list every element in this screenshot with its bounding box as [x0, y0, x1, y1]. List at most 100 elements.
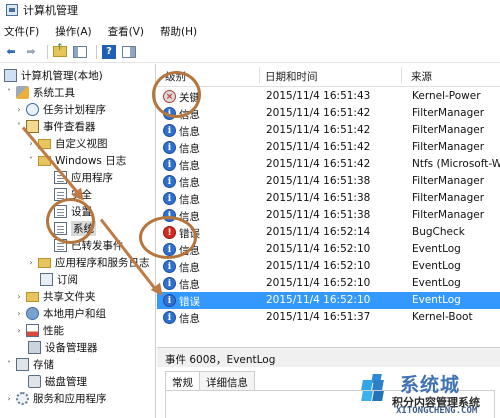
event-row[interactable]: i 信息 2015/11/4 16:51:42 Ntfs (Microsoft-W: [157, 156, 500, 173]
collapse-chevron-icon[interactable]: ˅: [14, 122, 24, 131]
event-row[interactable]: i 信息 2015/11/4 16:51:38 FilterManager: [157, 207, 500, 224]
event-row[interactable]: i 错误 2015/11/4 16:52:10 EventLog: [157, 292, 500, 309]
event-level: 错误: [179, 296, 200, 308]
info-icon: i: [163, 141, 176, 154]
event-source: EventLog: [412, 294, 461, 306]
show-action-pane-button[interactable]: [121, 44, 137, 60]
tree-item-device-manager[interactable]: 设备管理器: [26, 339, 98, 356]
tree-item-storage[interactable]: ˅ 存储: [4, 356, 54, 373]
event-datetime: 2015/11/4 16:52:10: [266, 260, 371, 272]
navigation-tree: 计算机管理(本地) ˅ 系统工具 › 任务计划程序 ˅ 事件查看器 › 自定义视…: [0, 64, 156, 418]
performance-icon: [26, 324, 39, 337]
event-row[interactable]: i 信息 2015/11/4 16:52:10 EventLog: [157, 241, 500, 258]
tree-item-custom-views[interactable]: › 自定义视图: [26, 135, 107, 152]
expand-chevron-icon[interactable]: ›: [14, 105, 24, 114]
menu-bar: 文件(F) 操作(A) 查看(V) 帮助(H): [0, 22, 500, 40]
tree-item-task-scheduler[interactable]: › 任务计划程序: [14, 101, 106, 118]
event-datetime: 2015/11/4 16:51:38: [266, 209, 371, 221]
event-datetime: 2015/11/4 16:51:43: [266, 90, 371, 102]
device-manager-icon: [28, 341, 41, 354]
tree-item-root[interactable]: 计算机管理(本地): [2, 67, 103, 84]
event-level: 信息: [179, 177, 200, 189]
event-row[interactable]: i 信息 2015/11/4 16:51:38 FilterManager: [157, 173, 500, 190]
event-datetime: 2015/11/4 16:51:38: [266, 192, 371, 204]
tree-item-disk-management[interactable]: 磁盘管理: [26, 373, 87, 390]
column-header-source[interactable]: 来源: [411, 69, 432, 84]
expand-chevron-icon[interactable]: ›: [14, 309, 24, 318]
tree-item-event-viewer[interactable]: ˅ 事件查看器: [14, 118, 96, 135]
collapse-chevron-icon[interactable]: ˅: [4, 360, 14, 369]
clock-icon: [26, 103, 39, 116]
event-row[interactable]: ! 错误 2015/11/4 16:52:14 BugCheck: [157, 224, 500, 241]
tree-item-forwarded-events[interactable]: 已转发事件: [52, 237, 124, 254]
tree-item-setup-log[interactable]: 设置: [52, 203, 92, 220]
console-tree-icon: [73, 45, 87, 58]
expand-chevron-icon[interactable]: ›: [4, 394, 14, 403]
detail-tabs: 常规 详细信息: [165, 371, 255, 391]
help-button[interactable]: ?: [101, 44, 117, 60]
watermark: 系统城 积分内容管理系统 XITONGCHENG.COM: [340, 372, 500, 418]
event-datetime: 2015/11/4 16:52:10: [266, 294, 371, 306]
column-header-datetime[interactable]: 日期和时间: [265, 69, 318, 84]
expand-chevron-icon[interactable]: ›: [26, 139, 36, 148]
info-icon: i: [163, 124, 176, 137]
logo-tile: [361, 391, 373, 401]
event-level: 信息: [179, 109, 200, 121]
up-folder-button[interactable]: [52, 43, 68, 60]
event-row[interactable]: i 信息 2015/11/4 16:51:37 Kernel-Boot: [157, 309, 500, 326]
tab-details[interactable]: 详细信息: [199, 371, 255, 390]
tree-item-shared-folders[interactable]: › 共享文件夹: [14, 288, 95, 305]
event-row[interactable]: × 关键 2015/11/4 16:51:43 Kernel-Power: [157, 88, 500, 105]
event-level: 信息: [179, 143, 200, 155]
tree-item-application-log[interactable]: 应用程序: [52, 169, 113, 186]
expand-chevron-icon[interactable]: ›: [14, 326, 24, 335]
event-row[interactable]: i 信息 2015/11/4 16:52:10 EventLog: [157, 275, 500, 292]
event-detail-title: 事件 6008，EventLog: [157, 347, 500, 367]
event-source: FilterManager: [412, 124, 485, 136]
log-icon: [54, 222, 67, 235]
tree-item-security-log[interactable]: 安全: [52, 186, 92, 203]
watermark-url: XITONGCHENG.COM: [396, 406, 478, 416]
forward-arrow-icon[interactable]: ➡: [23, 44, 39, 60]
back-arrow-icon[interactable]: ⬅: [3, 44, 19, 60]
computer-icon: [4, 69, 17, 82]
menu-help[interactable]: 帮助(H): [160, 24, 197, 39]
tree-item-subscriptions[interactable]: 订阅: [38, 271, 78, 288]
event-level: 信息: [179, 160, 200, 172]
event-row[interactable]: i 信息 2015/11/4 16:51:38 FilterManager: [157, 190, 500, 207]
tab-general[interactable]: 常规: [165, 371, 200, 391]
tools-icon: [16, 86, 29, 99]
tree-item-system-log[interactable]: 系统: [52, 220, 96, 237]
event-datetime: 2015/11/4 16:51:42: [266, 158, 371, 170]
tree-item-local-users-groups[interactable]: › 本地用户和组: [14, 305, 106, 322]
event-row[interactable]: i 信息 2015/11/4 16:51:42 FilterManager: [157, 122, 500, 139]
expand-chevron-icon[interactable]: ›: [26, 258, 36, 267]
menu-action[interactable]: 操作(A): [55, 24, 91, 39]
tree-item-system-tools[interactable]: ˅ 系统工具: [4, 84, 75, 101]
tree-item-windows-logs[interactable]: ˅ Windows 日志: [26, 152, 126, 169]
title-bar: 计算机管理: [0, 0, 500, 20]
menu-file[interactable]: 文件(F): [4, 24, 39, 39]
critical-icon: ×: [163, 90, 176, 103]
event-row[interactable]: i 信息 2015/11/4 16:51:42 FilterManager: [157, 105, 500, 122]
tree-item-app-service-logs[interactable]: › 应用程序和服务日志: [26, 254, 149, 271]
event-row[interactable]: i 信息 2015/11/4 16:52:10 EventLog: [157, 258, 500, 275]
collapse-chevron-icon[interactable]: ˅: [4, 88, 14, 97]
info-icon: i: [163, 311, 176, 324]
folder-up-icon: [53, 43, 67, 57]
info-icon: i: [163, 277, 176, 290]
event-row[interactable]: i 信息 2015/11/4 16:51:42 FilterManager: [157, 139, 500, 156]
column-divider[interactable]: [259, 67, 260, 83]
error-icon: !: [163, 226, 176, 239]
tree-item-services-apps[interactable]: › 服务和应用程序: [4, 390, 107, 407]
collapse-chevron-icon[interactable]: ˅: [26, 156, 36, 165]
menu-view[interactable]: 查看(V): [108, 24, 144, 39]
log-icon: [54, 171, 67, 184]
column-divider[interactable]: [401, 67, 402, 83]
event-datetime: 2015/11/4 16:52:14: [266, 226, 371, 238]
expand-chevron-icon[interactable]: ›: [14, 292, 24, 301]
column-header-level[interactable]: 级别: [165, 69, 186, 84]
users-icon: [26, 307, 39, 320]
tree-item-performance[interactable]: › 性能: [14, 322, 64, 339]
show-hide-tree-button[interactable]: [72, 44, 88, 60]
